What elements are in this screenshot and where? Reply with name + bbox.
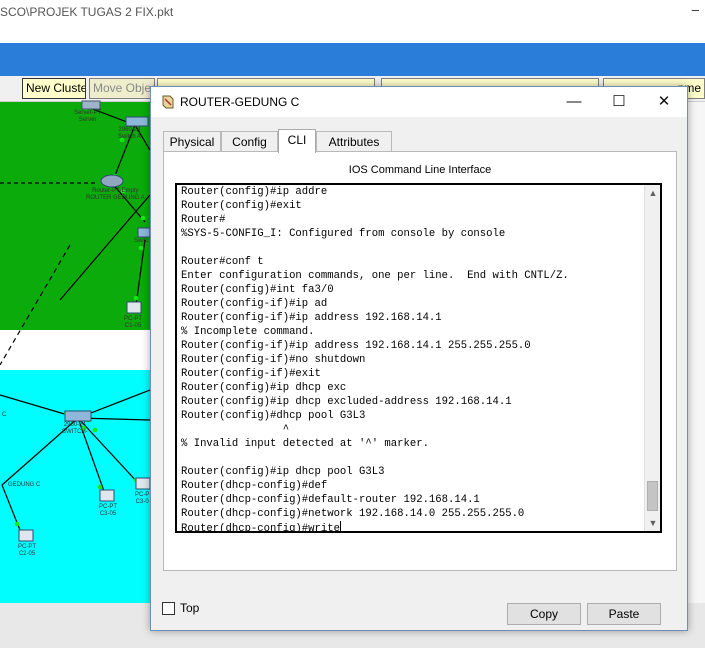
router-app-icon <box>162 95 174 109</box>
close-icon[interactable]: ✕ <box>646 90 682 114</box>
cli-line: ^ <box>181 424 290 436</box>
node-label-pc-c2-05: PC-PT C2-05 <box>18 544 36 557</box>
screen: SCO\PROJEK TUGAS 2 FIX.pkt – New Cluster… <box>0 0 705 648</box>
cli-line: Router(config)#ip dhcp exc <box>181 382 347 394</box>
cli-scrollbar[interactable]: ▲ ▼ <box>644 185 660 531</box>
node-label-switch-a: 2960-24 Switch A <box>118 127 142 140</box>
node-label-gedung-c: GEDUNG C <box>8 482 41 488</box>
tab-config[interactable]: Config <box>221 131 278 152</box>
tab-physical[interactable]: Physical <box>163 131 221 152</box>
node-label-pc-c1: PC-PT C1-05 <box>124 316 142 329</box>
cli-line: Router(config-if)#ip address 192.168.14.… <box>181 340 531 352</box>
scroll-down-arrow-icon[interactable]: ▼ <box>645 515 660 531</box>
cli-cursor <box>339 521 341 531</box>
cli-line <box>181 241 641 255</box>
node-label-pc-c3-0: PC-P C3-0 <box>135 492 150 505</box>
cli-output: Router(config)#ip addre Router(config)#ex… <box>181 185 641 533</box>
cli-line: Router(dhcp-config)#write <box>181 521 341 533</box>
topology-canvas <box>0 100 150 542</box>
cli-line: Router(dhcp-config)#default-router 192.1… <box>181 494 480 506</box>
node-label-server: Server-PT Server <box>74 110 102 123</box>
dialog-titlebar[interactable]: ROUTER-GEDUNG C — ☐ ✕ <box>151 87 687 117</box>
cli-header: IOS Command Line Interface <box>348 164 492 176</box>
workspace-right-edge <box>688 102 705 603</box>
maximize-icon[interactable]: ☐ <box>601 90 637 114</box>
cli-line: Router(config)#ip dhcp pool G3L3 <box>181 466 385 478</box>
cli-line: Router(config-if)#exit <box>181 368 321 380</box>
cli-tab-panel: IOS Command Line Interface Router(config… <box>163 151 677 625</box>
scroll-up-arrow-icon[interactable]: ▲ <box>645 185 660 201</box>
cli-line: Router(config-if)#ip ad <box>181 298 328 310</box>
cli-line: Router# <box>181 214 226 226</box>
node-label-switch: Switc <box>134 238 149 244</box>
node-label-switch-c: 2960-24 SWITCH- <box>62 422 88 435</box>
paste-button[interactable]: Paste <box>587 603 661 625</box>
cli-line: Enter configuration commands, one per li… <box>181 270 569 282</box>
cli-terminal[interactable]: Router(config)#ip addre Router(config)#ex… <box>175 183 662 533</box>
cli-line: Router(config)#dhcp pool G3L3 <box>181 410 366 422</box>
node-label-pc-c3-05: PC-PT C3-05 <box>99 504 117 517</box>
node-label-router-gedung-a: Router-PT-Empty ROUTER GEDUNG A <box>86 188 145 201</box>
cli-line: Router(config)#ip dhcp excluded-address … <box>181 396 512 408</box>
cli-line: Router(config)#ip addre <box>181 186 328 198</box>
cli-line: Router(config)#int fa3/0 <box>181 284 334 296</box>
node-label-c: C <box>2 412 7 418</box>
cli-line: Router(dhcp-config)#def <box>181 480 328 492</box>
cli-line: %SYS-5-CONFIG_I: Configured from console… <box>181 228 506 240</box>
cli-line: Router(config-if)#ip address 192.168.14.… <box>181 312 442 324</box>
tab-attributes[interactable]: Attributes <box>316 131 392 152</box>
cli-line: Router(config)#exit <box>181 200 302 212</box>
cli-line: Router#conf t <box>181 256 264 268</box>
cli-line: % Incomplete command. <box>181 326 315 338</box>
cli-line: Router(config-if)#no shutdown <box>181 354 366 366</box>
app-minimize-icon[interactable]: – <box>692 2 699 17</box>
minimize-icon[interactable]: — <box>556 90 592 114</box>
scrollbar-thumb[interactable] <box>647 481 658 511</box>
cli-line: Router(dhcp-config)#network 192.168.14.0… <box>181 508 525 520</box>
router-dialog: ROUTER-GEDUNG C — ☐ ✕ Physical Config CL… <box>150 86 688 631</box>
cli-line: % Invalid input detected at '^' marker. <box>181 438 429 450</box>
cli-line <box>181 451 641 465</box>
top-checkbox-label: Top <box>180 601 200 615</box>
dialog-title: ROUTER-GEDUNG C <box>180 95 300 109</box>
tab-cli[interactable]: CLI <box>278 129 316 153</box>
copy-button[interactable]: Copy <box>507 603 581 625</box>
top-checkbox[interactable] <box>162 602 175 615</box>
